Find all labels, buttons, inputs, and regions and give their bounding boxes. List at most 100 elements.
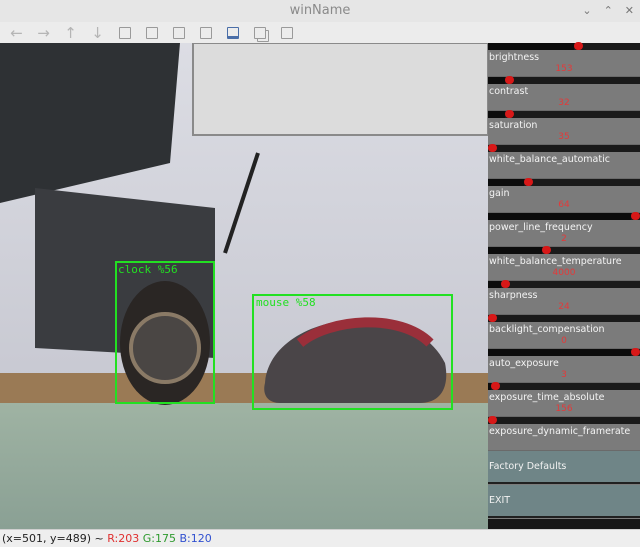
trackbar-track[interactable] [488,348,640,356]
trackbar-row: brightness 153 [488,42,640,77]
trackbar-value: 0 [561,336,567,346]
arrow-right-icon: → [37,23,50,42]
trackbar-knob[interactable] [631,212,640,220]
trackbar-knob[interactable] [505,110,514,118]
camera-frame: clock %56 mouse %58 [0,43,488,529]
trackbar-label: white_balance_temperature [489,256,622,267]
trackbar-track[interactable] [488,280,640,288]
pan-down-button[interactable]: ↓ [87,24,108,42]
window-title: winName [289,3,351,18]
title-bar: winName ⌄ ⌃ ✕ [0,0,640,23]
minimize-icon[interactable]: ⌄ [582,4,591,17]
trackbar-track[interactable] [488,144,640,152]
arrow-up-icon: ↑ [64,23,77,42]
clock-detection-label: clock %56 [118,263,178,276]
pan-right-button[interactable]: → [33,24,54,42]
trackbar-value: 64 [558,200,570,210]
trackbar-panel: brightness 153 contrast 32 saturation 35… [488,42,640,529]
trackbar-track[interactable] [488,382,640,390]
maximize-icon[interactable]: ⌃ [604,4,613,17]
exit-button[interactable]: EXIT [488,485,640,518]
trackbar-row: exposure_time_absolute 156 [488,382,640,417]
arrow-left-icon: ← [10,23,23,42]
zoom-original-button[interactable] [141,24,162,42]
trackbar-knob[interactable] [505,76,514,84]
trackbar-row: backlight_compensation 0 [488,314,640,349]
trackbar-track[interactable] [488,76,640,84]
pan-up-button[interactable]: ↑ [60,24,81,42]
trackbar-track[interactable] [488,178,640,186]
trackbar-knob[interactable] [488,416,497,424]
trackbar-value: 153 [555,64,573,74]
pan-left-button[interactable]: ← [6,24,27,42]
properties-button[interactable] [222,24,243,42]
trackbar-row: power_line_frequency 2 [488,212,640,247]
toolbar: ← → ↑ ↓ [0,22,640,43]
trackbar-knob[interactable] [631,348,640,356]
trackbar-value: 35 [558,132,570,142]
trackbar-label: white_balance_automatic [489,154,610,165]
trackbar-row: white_balance_temperature 4000 [488,246,640,281]
trackbar-fill [488,111,505,118]
trackbar-knob[interactable] [501,280,510,288]
status-bar: (x=501, y=489) ~ R:203 G:175 B:120 [0,529,640,547]
trackbar-row: sharpness 24 [488,280,640,315]
trackbar-track[interactable] [488,110,640,118]
copy-icon [253,26,266,39]
zoom-in-button[interactable] [114,24,135,42]
trackbar-track[interactable] [488,314,640,322]
trackbar-knob[interactable] [524,178,533,186]
trackbar-row: gain 64 [488,178,640,213]
properties-icon [226,26,239,39]
panel-footer [488,519,640,529]
trackbar-label: exposure_dynamic_framerate [489,426,631,437]
trackbar-value: 156 [555,404,573,414]
mouse-detection-label: mouse %58 [256,296,316,309]
trackbar-track[interactable] [488,246,640,254]
trackbar-knob[interactable] [488,144,497,152]
trackbar-label: power_line_frequency [489,222,593,233]
paste-button[interactable] [276,24,297,42]
trackbar-value: 3 [561,370,567,380]
paste-icon [280,26,293,39]
cutting-mat [0,403,488,529]
save-image-button[interactable] [195,24,216,42]
trackbar-knob[interactable] [488,314,497,322]
whiteboard [192,43,488,136]
copy-button[interactable] [249,24,270,42]
trackbar-track[interactable] [488,42,640,50]
zoom-in-icon [118,26,131,39]
trackbar-row: exposure_dynamic_framerate [488,416,640,451]
camera-view[interactable]: clock %56 mouse %58 [0,43,488,529]
trackbar-knob[interactable] [542,246,551,254]
trackbar-knob[interactable] [574,42,583,50]
pixel-red-value: R:203 [107,532,140,545]
trackbar-fill [488,77,505,84]
trackbar-label: auto_exposure [489,358,559,369]
watch-dial [129,312,201,384]
trackbar-value: 32 [558,98,570,108]
trackbar-fill [488,213,631,220]
trackbar-value: 2 [561,234,567,244]
zoom-original-icon [145,26,158,39]
factory-defaults-button[interactable]: Factory Defaults [488,451,640,484]
trackbar-track[interactable] [488,416,640,424]
trackbar-label: contrast [489,86,529,97]
pixel-green-value: G:175 [142,532,176,545]
window-controls: ⌄ ⌃ ✕ [582,4,634,17]
trackbar-value: 24 [558,302,570,312]
zoom-fit-button[interactable] [168,24,189,42]
arrow-down-icon: ↓ [91,23,104,42]
trackbar-label: gain [489,188,510,199]
zoom-fit-icon [172,26,185,39]
trackbar-fill [488,281,501,288]
trackbar-value: 4000 [552,268,576,278]
trackbar-knob[interactable] [491,382,500,390]
trackbar-track[interactable] [488,212,640,220]
close-icon[interactable]: ✕ [625,4,634,17]
trackbar-label: exposure_time_absolute [489,392,605,403]
trackbar-fill [488,349,631,356]
cursor-coordinates: (x=501, y=489) ~ [2,532,108,545]
pixel-blue-value: B:120 [179,532,212,545]
trackbar-label: sharpness [489,290,538,301]
